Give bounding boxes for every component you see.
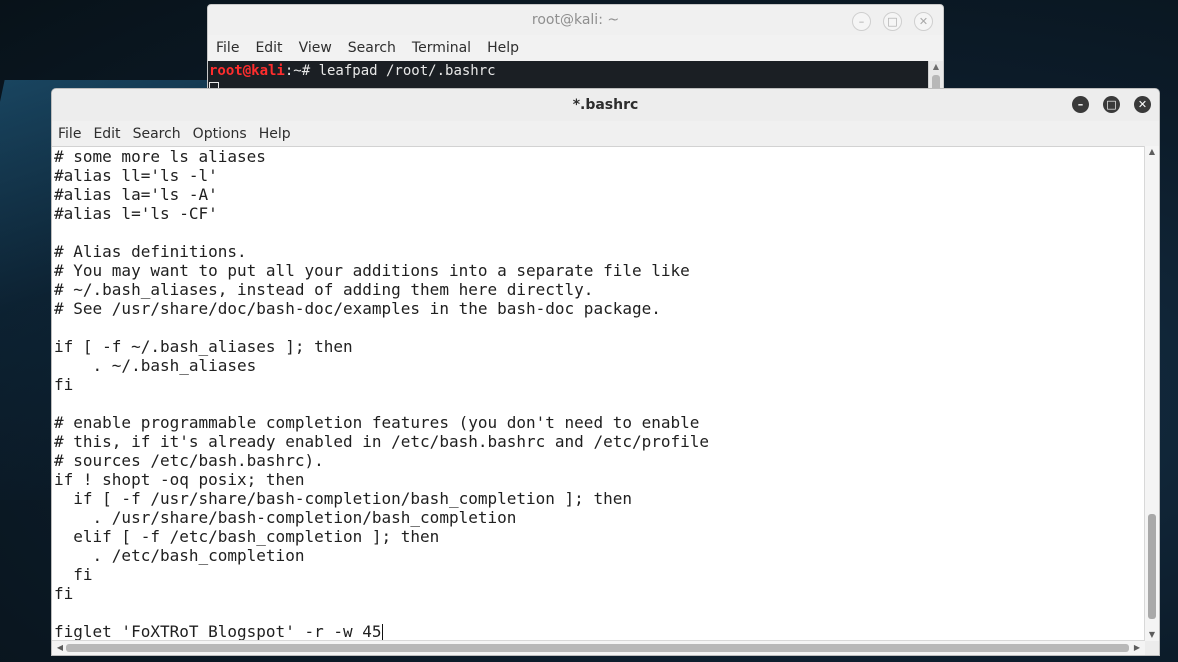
prompt-path: :~# xyxy=(284,63,319,79)
editor-menu-file[interactable]: File xyxy=(58,126,81,142)
editor-text-area[interactable]: # some more ls aliases #alias ll='ls -l'… xyxy=(52,146,1145,641)
terminal-menu-view[interactable]: View xyxy=(299,40,332,56)
editor-menu-options[interactable]: Options xyxy=(193,126,247,142)
terminal-command: leafpad /root/.bashrc xyxy=(318,63,496,79)
terminal-menu-search[interactable]: Search xyxy=(348,40,396,56)
terminal-menu-help[interactable]: Help xyxy=(487,40,519,56)
editor-text-content: # some more ls aliases #alias ll='ls -l'… xyxy=(54,147,710,641)
scrollbar-corner xyxy=(1145,641,1159,655)
terminal-menu-edit[interactable]: Edit xyxy=(255,40,282,56)
terminal-title: root@kali: ~ xyxy=(531,12,620,28)
prompt-user: root@kali xyxy=(209,63,285,79)
scroll-left-arrow-icon[interactable]: ◀ xyxy=(54,641,66,655)
terminal-window[interactable]: root@kali: ~ – □ ✕ File Edit View Search… xyxy=(207,4,944,96)
editor-maximize-button[interactable]: □ xyxy=(1103,96,1120,113)
editor-horizontal-scroll-thumb[interactable] xyxy=(66,644,1129,652)
terminal-minimize-button[interactable]: – xyxy=(852,12,871,31)
terminal-menu-terminal[interactable]: Terminal xyxy=(412,40,471,56)
terminal-close-button[interactable]: ✕ xyxy=(914,12,933,31)
terminal-menubar: File Edit View Search Terminal Help xyxy=(208,35,943,61)
scroll-up-arrow-icon[interactable]: ▲ xyxy=(1145,146,1159,158)
editor-menu-edit[interactable]: Edit xyxy=(93,126,120,142)
editor-menu-search[interactable]: Search xyxy=(133,126,181,142)
scroll-right-arrow-icon[interactable]: ▶ xyxy=(1131,641,1143,655)
editor-vertical-scrollbar[interactable]: ▲ ▼ xyxy=(1144,146,1159,641)
editor-close-button[interactable]: ✕ xyxy=(1134,96,1151,113)
editor-titlebar[interactable]: *.bashrc – □ ✕ xyxy=(52,89,1159,121)
editor-menubar: File Edit Search Options Help xyxy=(52,121,1159,147)
text-caret xyxy=(381,624,383,641)
terminal-scroll-up-icon[interactable]: ▲ xyxy=(929,61,943,73)
editor-menu-help[interactable]: Help xyxy=(259,126,291,142)
terminal-command-line: root@kali:~# leafpad /root/.bashrc xyxy=(209,63,929,79)
editor-window[interactable]: *.bashrc – □ ✕ File Edit Search Options … xyxy=(51,88,1160,656)
editor-horizontal-scrollbar[interactable]: ◀ ▶ xyxy=(52,640,1145,655)
scroll-down-arrow-icon[interactable]: ▼ xyxy=(1145,629,1159,641)
editor-minimize-button[interactable]: – xyxy=(1072,96,1089,113)
terminal-maximize-button[interactable]: □ xyxy=(883,12,902,31)
editor-vertical-scroll-thumb[interactable] xyxy=(1148,514,1156,619)
terminal-titlebar[interactable]: root@kali: ~ – □ ✕ xyxy=(208,5,943,35)
editor-title: *.bashrc xyxy=(572,97,639,113)
terminal-menu-file[interactable]: File xyxy=(216,40,239,56)
